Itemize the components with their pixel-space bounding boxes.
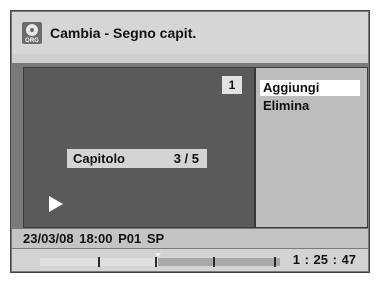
chapter-mark [155, 257, 157, 267]
chapter-mark [213, 257, 215, 267]
play-icon [49, 196, 63, 212]
recording-info: 23/03/08 18:00 P01 SP [23, 231, 165, 246]
chapter-indicator: Capitolo 3 / 5 [67, 149, 207, 168]
page-title: Cambia - Segno capit. [50, 25, 197, 41]
chapter-mark [98, 257, 100, 267]
menu-item-aggiungi[interactable]: Aggiungi [260, 80, 360, 96]
action-menu: Aggiungi Elimina [255, 67, 368, 228]
title-bar: ORG Cambia - Segno capit. [12, 12, 368, 54]
org-icon: ORG [22, 22, 42, 44]
timeline-track[interactable] [40, 253, 280, 267]
chapter-value: 3 / 5 [173, 151, 199, 166]
title-number-badge: 1 [222, 76, 242, 94]
chapter-mark [274, 257, 276, 267]
chapter-label: Capitolo [73, 151, 125, 166]
video-preview: 1 Capitolo 3 / 5 [23, 67, 255, 228]
playhead-cursor-icon [155, 253, 161, 257]
menu-item-elimina[interactable]: Elimina [260, 98, 360, 114]
recording-info-bar: 23/03/08 18:00 P01 SP [12, 229, 368, 248]
header-divider [12, 54, 368, 63]
org-icon-label: ORG [25, 38, 39, 44]
timeline-bar: 1 : 25 : 47 [12, 249, 368, 271]
osd-screen: ORG Cambia - Segno capit. 1 Capitolo 3 /… [10, 10, 370, 273]
elapsed-time: 1 : 25 : 47 [292, 252, 356, 267]
